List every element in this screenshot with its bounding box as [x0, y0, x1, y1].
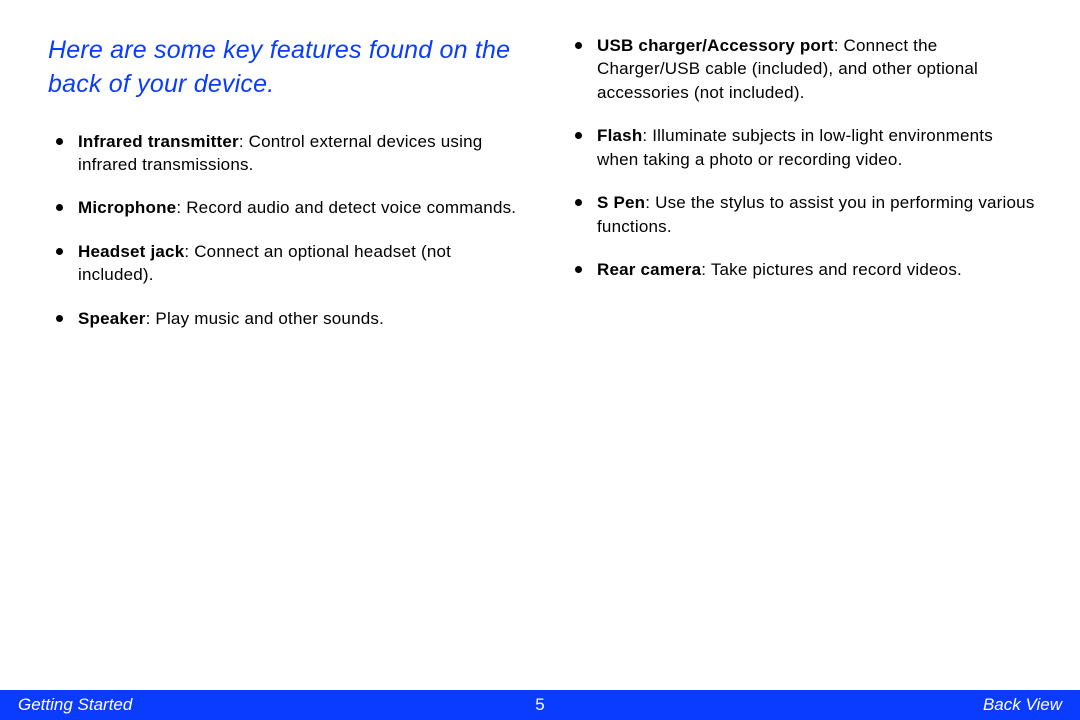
feature-term: USB charger/Accessory port: [597, 36, 834, 55]
feature-term: Infrared transmitter: [78, 132, 239, 151]
list-item: Flash: Illuminate subjects in low-light …: [567, 124, 1038, 171]
feature-list-right: USB charger/Accessory port: Connect the …: [567, 34, 1038, 282]
list-item: Headset jack: Connect an optional headse…: [48, 240, 519, 287]
list-item: Microphone: Record audio and detect voic…: [48, 196, 519, 219]
feature-desc: : Record audio and detect voice commands…: [176, 198, 516, 217]
left-column: Here are some key features found on the …: [48, 34, 519, 350]
feature-desc: : Play music and other sounds.: [146, 309, 384, 328]
right-column: USB charger/Accessory port: Connect the …: [567, 34, 1038, 350]
footer-section: Back View: [983, 695, 1062, 715]
feature-desc: : Illuminate subjects in low-light envir…: [597, 126, 993, 168]
feature-desc: : Take pictures and record videos.: [701, 260, 962, 279]
feature-desc: : Use the stylus to assist you in perfor…: [597, 193, 1035, 235]
footer-chapter: Getting Started: [18, 695, 132, 715]
feature-term: Microphone: [78, 198, 176, 217]
feature-term: Speaker: [78, 309, 146, 328]
page-footer: Getting Started 5 Back View: [0, 690, 1080, 720]
section-heading: Here are some key features found on the …: [48, 34, 519, 102]
list-item: Rear camera: Take pictures and record vi…: [567, 258, 1038, 281]
feature-list-left: Infrared transmitter: Control external d…: [48, 130, 519, 331]
feature-term: Headset jack: [78, 242, 184, 261]
footer-page-number: 5: [535, 695, 544, 715]
feature-term: S Pen: [597, 193, 645, 212]
list-item: USB charger/Accessory port: Connect the …: [567, 34, 1038, 104]
list-item: Speaker: Play music and other sounds.: [48, 307, 519, 330]
feature-term: Flash: [597, 126, 642, 145]
content-columns: Here are some key features found on the …: [0, 0, 1080, 350]
manual-page: Here are some key features found on the …: [0, 0, 1080, 720]
list-item: Infrared transmitter: Control external d…: [48, 130, 519, 177]
list-item: S Pen: Use the stylus to assist you in p…: [567, 191, 1038, 238]
feature-term: Rear camera: [597, 260, 701, 279]
